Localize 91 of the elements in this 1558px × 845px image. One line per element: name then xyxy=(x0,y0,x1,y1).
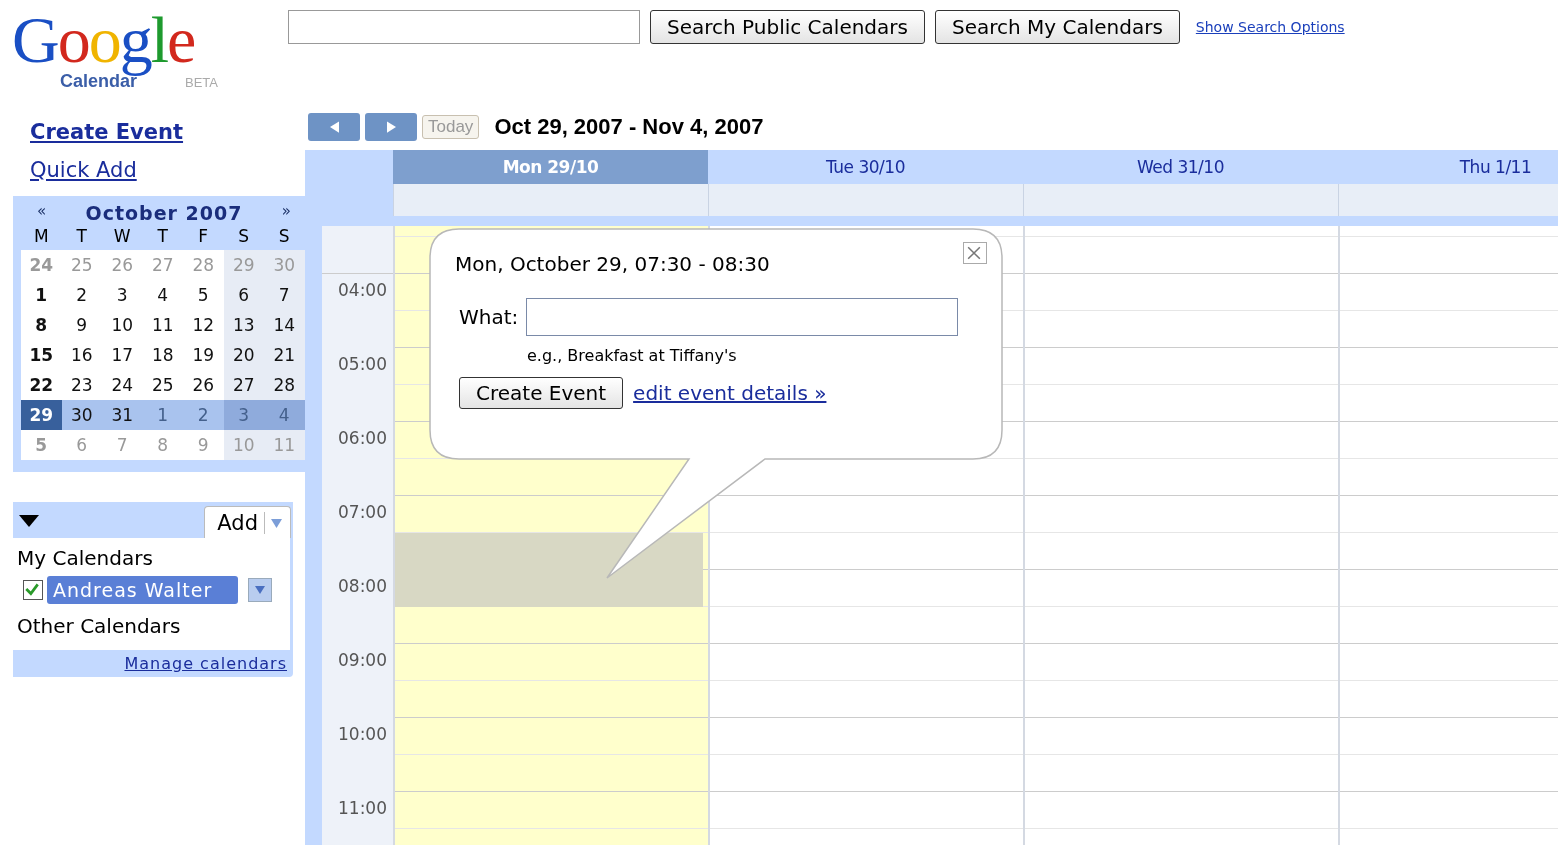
hour-label: 04:00 xyxy=(338,280,387,300)
mini-calendar-day[interactable]: 6 xyxy=(223,280,264,310)
weekday-label: T xyxy=(75,226,88,246)
mini-calendar-day[interactable]: 19 xyxy=(183,340,224,370)
mini-calendar-day[interactable]: 26 xyxy=(183,370,224,400)
weekday-label: S xyxy=(277,226,291,246)
calendar-name-chip[interactable]: Andreas Walter xyxy=(47,576,239,604)
sidebar-link[interactable]: Quick Add xyxy=(30,158,137,182)
mini-calendar-day[interactable]: 30 xyxy=(61,400,102,430)
previous-week-button[interactable] xyxy=(308,113,360,141)
mini-calendar-day[interactable]: 23 xyxy=(61,370,102,400)
what-field[interactable] xyxy=(526,298,959,336)
edit-event-details-link[interactable]: edit event details » xyxy=(633,381,827,405)
next-week-button[interactable] xyxy=(365,113,417,141)
mini-calendar-day[interactable]: 18 xyxy=(142,340,183,370)
mini-calendar-week-row[interactable]: 22 23 24 25 26 27 28 xyxy=(21,370,304,400)
mini-calendar-day[interactable]: 4 xyxy=(142,280,183,310)
mini-calendar-day[interactable]: 5 xyxy=(183,280,224,310)
search-button[interactable]: Search My Calendars xyxy=(934,10,1180,44)
mini-calendar-day[interactable]: 20 xyxy=(223,340,264,370)
mini-calendar-day[interactable]: 22 xyxy=(21,370,62,400)
mini-calendar-day[interactable]: 2 xyxy=(61,280,102,310)
create-event-button[interactable]: Create Event xyxy=(459,377,624,409)
day-header[interactable]: Tue 30/10 xyxy=(708,150,1023,184)
weekday-label: F xyxy=(197,226,210,246)
section-heading: Other Calendars xyxy=(17,613,182,640)
add-calendar-button[interactable]: Add xyxy=(204,506,291,538)
mini-calendar-day[interactable]: 12 xyxy=(183,310,224,340)
mini-calendar-day[interactable]: 2 xyxy=(183,400,224,430)
date-range: Oct 29, 2007 - Nov 4, 2007 xyxy=(494,114,764,140)
mini-calendar-day[interactable]: 3 xyxy=(102,280,143,310)
all-day-cell[interactable] xyxy=(708,184,1023,216)
mini-calendar-day[interactable]: 14 xyxy=(264,310,305,340)
hour-label: 07:00 xyxy=(338,502,387,522)
sidebar-link[interactable]: Create Event xyxy=(30,120,184,144)
hour-label: 05:00 xyxy=(338,354,387,374)
mini-calendar-day[interactable]: 27 xyxy=(223,370,264,400)
day-header[interactable]: Wed 31/10 xyxy=(1023,150,1338,184)
weekday-label: S xyxy=(237,226,251,246)
left-arrow-icon xyxy=(329,121,339,133)
search-options-link[interactable]: Show Search Options xyxy=(1195,19,1345,35)
collapse-triangle-icon[interactable] xyxy=(19,515,39,527)
mini-calendar-day[interactable]: 8 xyxy=(21,310,62,340)
weekday-label: W xyxy=(112,226,132,246)
weekday-label: M xyxy=(32,226,50,246)
example-hint: e.g., Breakfast at Tiffany's xyxy=(527,346,738,365)
mini-calendar-day[interactable]: 1 xyxy=(142,400,183,430)
mini-calendar-day[interactable]: 11 xyxy=(142,310,183,340)
beta-label: BETA xyxy=(185,74,219,92)
hour-label: 06:00 xyxy=(338,428,387,448)
mini-calendar-week-row[interactable]: 15 16 17 18 19 20 21 xyxy=(21,340,304,370)
close-button[interactable] xyxy=(963,242,987,264)
right-arrow-icon xyxy=(386,121,396,133)
mini-calendar-day[interactable]: 29 xyxy=(21,400,62,430)
mini-calendar-day[interactable]: 31 xyxy=(102,400,143,430)
mini-calendar-day[interactable]: 13 xyxy=(223,310,264,340)
mini-calendar-day[interactable]: 16 xyxy=(61,340,102,370)
section-heading: My Calendars xyxy=(17,545,154,572)
search-button[interactable]: Search Public Calendars xyxy=(650,10,925,44)
mini-calendar-day[interactable]: 25 xyxy=(142,370,183,400)
hour-label: 08:00 xyxy=(338,576,387,596)
search-field[interactable] xyxy=(288,10,640,44)
previous-month-button[interactable]: « xyxy=(37,202,47,224)
mini-calendar-day[interactable]: 1 xyxy=(21,280,62,310)
next-month-button[interactable]: » xyxy=(281,202,291,224)
mini-calendar-day[interactable]: 17 xyxy=(102,340,143,370)
mini-calendar-week-row[interactable]: 29 30 31 1 2 3 4 xyxy=(21,400,304,430)
weekday-label: T xyxy=(156,226,169,246)
popup-title: Mon, October 29, 07:30 - 08:30 xyxy=(455,252,770,276)
all-day-cell[interactable] xyxy=(1023,184,1338,216)
manage-calendars-link[interactable]: Manage calendars xyxy=(124,654,287,673)
hour-label: 10:00 xyxy=(338,724,387,744)
day-header[interactable]: Thu 1/11 xyxy=(1338,150,1558,184)
mini-calendar-day[interactable]: 24 xyxy=(102,370,143,400)
hour-label: 11:00 xyxy=(338,798,387,818)
mini-calendar-day[interactable]: 28 xyxy=(264,370,305,400)
mini-calendar-week-row[interactable]: 1 2 3 4 5 6 7 xyxy=(21,280,304,310)
mini-calendar-day[interactable]: 21 xyxy=(264,340,305,370)
month-title: October 2007 xyxy=(85,202,243,224)
field-label: What: xyxy=(459,305,519,329)
mini-calendar-week-row[interactable]: 8 9 10 11 12 13 14 xyxy=(21,310,304,340)
all-day-cell[interactable] xyxy=(393,184,708,216)
dropdown-arrow-icon xyxy=(255,586,266,594)
mini-calendar-day[interactable]: 9 xyxy=(61,310,102,340)
mini-calendar-day[interactable]: 15 xyxy=(21,340,62,370)
calendar-menu-button[interactable] xyxy=(248,578,273,602)
mini-calendar-day[interactable]: 10 xyxy=(102,310,143,340)
mini-calendar-day[interactable]: 7 xyxy=(264,280,305,310)
hour-label: 09:00 xyxy=(338,650,387,670)
calendar-checkbox[interactable] xyxy=(23,580,43,600)
dropdown-arrow-icon xyxy=(271,518,282,528)
